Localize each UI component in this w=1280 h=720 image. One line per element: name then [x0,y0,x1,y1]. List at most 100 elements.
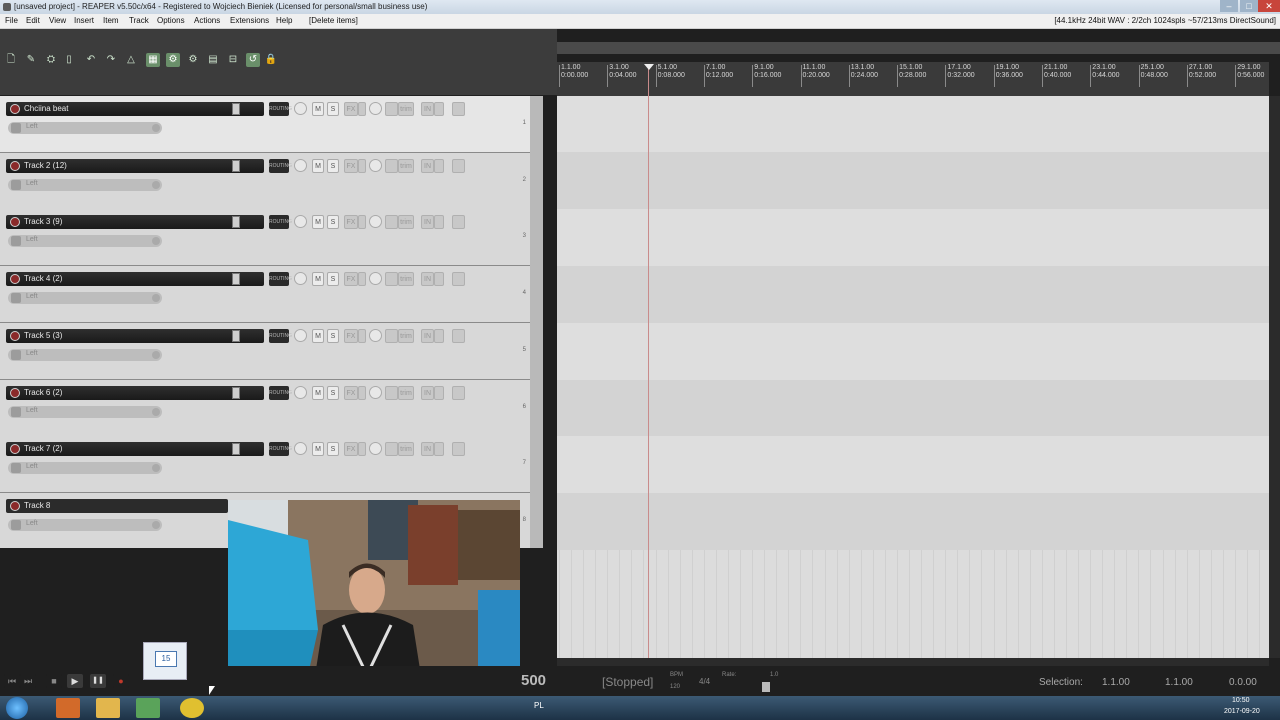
track-name-bar[interactable]: Track 4 (2) [6,272,264,287]
pan-knob[interactable] [294,328,307,342]
input-knob-icon[interactable] [152,124,160,132]
phase-knob[interactable] [369,385,382,399]
mute-button[interactable]: M [312,158,324,173]
input-dropdown-button[interactable] [434,158,444,173]
save-project-icon[interactable]: ⛭ [44,53,58,67]
timeline-ruler[interactable]: 1.1.00 0:00.000 3.1.00 0:04.000 5.1.00 0:08.0… [557,62,1269,96]
input-knob-icon[interactable] [152,237,160,246]
project-settings-icon[interactable]: ▯ [62,53,76,67]
solo-button[interactable]: S [327,385,339,400]
input-button[interactable]: IN [421,102,434,116]
menu-item[interactable]: Item [103,16,119,25]
input-button[interactable]: IN [421,442,434,457]
menu-actions[interactable]: Actions [194,16,220,25]
envelope-button[interactable] [385,158,398,173]
phase-knob[interactable] [369,158,382,172]
fx-button[interactable]: FX [344,272,358,287]
input-dropdown-button[interactable] [434,328,444,343]
fx-bypass-button[interactable] [358,328,366,343]
trim-button[interactable]: trim [398,442,414,457]
track-2[interactable]: Track 2 (12) Left ROUTING M S FX trim IN 2 [0,152,530,210]
input-button[interactable]: IN [421,215,434,230]
fx-bypass-button[interactable] [358,442,366,457]
solo-button[interactable]: S [327,272,339,287]
fx-button[interactable]: FX [344,158,358,173]
close-button[interactable]: ✕ [1258,0,1280,12]
input-dropdown-button[interactable] [434,385,444,400]
routing-button[interactable]: ROUTING [269,442,292,457]
record-arm-button[interactable] [10,217,20,228]
snap-grid-icon[interactable]: ↺ [246,53,260,67]
selection-start[interactable]: 1.1.00 [1102,677,1130,688]
start-button-icon[interactable] [6,697,28,719]
envelope-button[interactable] [385,385,398,400]
track-lane[interactable] [557,152,1269,209]
routing-button[interactable]: ROUTING [269,328,292,343]
pan-knob[interactable] [294,272,307,286]
trim-button[interactable]: trim [398,215,414,230]
track-name[interactable]: Track 5 (3) [24,331,62,340]
maximize-button[interactable]: □ [1240,0,1258,12]
volume-fader-handle[interactable] [232,216,240,229]
menu-view[interactable]: View [49,16,66,25]
track-4[interactable]: Track 4 (2) Left ROUTING M S FX trim IN 4 [0,266,530,324]
record-arm-button[interactable] [10,330,20,341]
fx-bypass-button[interactable] [358,215,366,230]
track-name[interactable]: Track 7 (2) [24,444,62,453]
volume-fader-handle[interactable] [232,159,240,172]
input-button[interactable]: IN [421,272,434,287]
routing-button[interactable]: ROUTING [269,215,292,230]
input-knob-icon[interactable] [152,180,160,189]
mute-button[interactable]: M [312,442,324,457]
trim-button[interactable]: trim [398,102,414,116]
track-lane[interactable] [557,436,1269,493]
input-selector[interactable]: Left [8,348,162,361]
fx-button[interactable]: FX [344,328,358,343]
fx-bypass-button[interactable] [358,158,366,173]
media-player-icon[interactable] [56,698,80,718]
pan-knob[interactable] [294,385,307,399]
language-indicator[interactable]: PL [534,701,544,710]
fx-bypass-button[interactable] [358,272,366,287]
pause-button[interactable]: ❚❚ [90,674,106,688]
fx-button[interactable]: FX [344,102,358,116]
menu-options[interactable]: Options [157,16,185,25]
routing-button[interactable]: ROUTING [269,102,292,116]
lock-icon[interactable]: 🔒 [264,53,278,67]
input-selector[interactable]: Left [8,518,162,531]
mute-button[interactable]: M [312,215,324,230]
track-name-bar[interactable]: Track 8 [6,498,228,513]
menu-help[interactable]: Help [276,16,292,25]
stop-button[interactable]: ■ [46,674,62,688]
ripple-edit-icon[interactable]: ⚙ [166,53,180,67]
track-lane[interactable] [557,493,1269,550]
input-selector[interactable]: Left [8,178,162,191]
folder-button[interactable] [452,158,465,173]
volume-fader-handle[interactable] [232,443,240,456]
auto-crossfade-icon[interactable]: ▤ [206,53,220,67]
new-project-icon[interactable]: 🗋 [4,53,18,67]
track-name[interactable]: Track 4 (2) [24,274,62,283]
folder-button[interactable] [452,272,465,287]
track-name[interactable]: Track 8 [24,501,50,510]
track-name-bar[interactable]: Track 6 (2) [6,385,264,400]
phase-knob[interactable] [369,272,382,286]
fx-bypass-button[interactable] [358,385,366,400]
selection-length[interactable]: 0.0.00 [1229,677,1257,688]
arrange-view[interactable] [557,62,1273,658]
input-button[interactable]: IN [421,328,434,343]
item-grouping-icon[interactable]: ⚙ [186,53,200,67]
solo-button[interactable]: S [327,102,339,116]
time-signature[interactable]: 4/4 [699,677,710,686]
open-project-icon[interactable]: ✎ [24,53,38,67]
volume-fader-handle[interactable] [232,103,240,115]
input-dropdown-button[interactable] [434,442,444,457]
envelope-button[interactable] [385,328,398,343]
track-5[interactable]: Track 5 (3) Left ROUTING M S FX trim IN 5 [0,322,530,380]
record-arm-button[interactable] [10,387,20,398]
pan-knob[interactable] [294,158,307,172]
routing-button[interactable]: ROUTING [269,385,292,400]
envelope-button[interactable] [385,102,398,116]
trim-button[interactable]: trim [398,385,414,400]
trim-button[interactable]: trim [398,272,414,287]
